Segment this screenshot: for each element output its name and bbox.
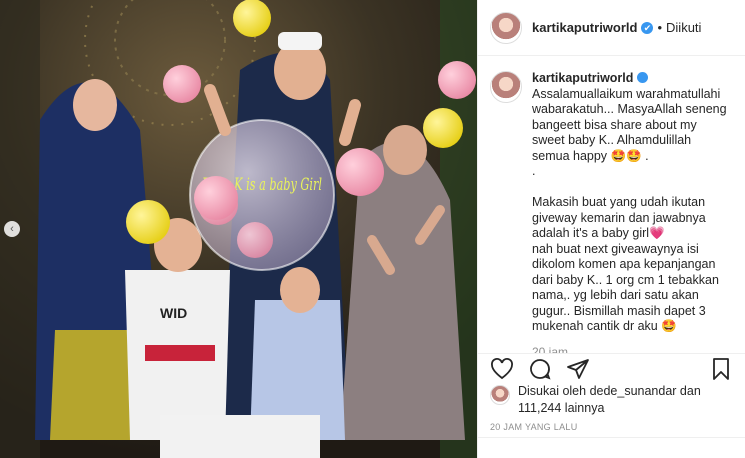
avatar[interactable]	[490, 385, 510, 405]
caption-text: kartikaputriworld Assalamuallaikum warahm…	[532, 71, 730, 335]
avatar[interactable]	[490, 71, 522, 103]
avatar[interactable]	[490, 11, 522, 44]
follow-status-button[interactable]: Diikuti	[666, 20, 701, 35]
caption-timestamp[interactable]: 20 jam	[532, 345, 733, 354]
username-link[interactable]: kartikaputriworld	[532, 20, 637, 35]
likes-row: Disukai oleh dede_sunandar dan 111,244 l…	[490, 383, 733, 417]
separator-dot: •	[657, 20, 663, 35]
heart-icon[interactable]	[490, 357, 514, 381]
verified-icon-small	[637, 72, 649, 83]
comment-box-divider	[478, 437, 745, 458]
likes-text[interactable]: Disukai oleh dede_sunandar dan 111,244 l…	[518, 383, 733, 417]
caption-row: kartikaputriworld Assalamuallaikum warahm…	[490, 71, 733, 335]
post-photo[interactable]: WID Baby K is a baby Girl ‹	[0, 0, 477, 458]
comment-icon[interactable]	[528, 357, 552, 381]
action-bar	[478, 353, 745, 383]
chevron-left-icon: ‹	[10, 223, 14, 235]
bookmark-icon[interactable]	[709, 357, 733, 381]
caption-username[interactable]: kartikaputriworld	[532, 71, 633, 85]
carousel-prev-button[interactable]: ‹	[4, 221, 20, 237]
caption-body: Assalamuallaikum warahmatullahi wabaraka…	[532, 86, 727, 334]
shirt-text: WID	[160, 305, 187, 321]
verified-icon: ✔	[641, 21, 654, 34]
post-header: kartikaputriworld ✔ • Diikuti	[478, 0, 745, 56]
comments-area[interactable]: kartikaputriworld Assalamuallaikum warahm…	[478, 57, 745, 353]
post-sidebar: kartikaputriworld ✔ • Diikuti kartikaput…	[477, 0, 745, 458]
post-time-ago[interactable]: 20 JAM YANG LALU	[490, 422, 578, 432]
share-icon[interactable]	[566, 357, 590, 381]
